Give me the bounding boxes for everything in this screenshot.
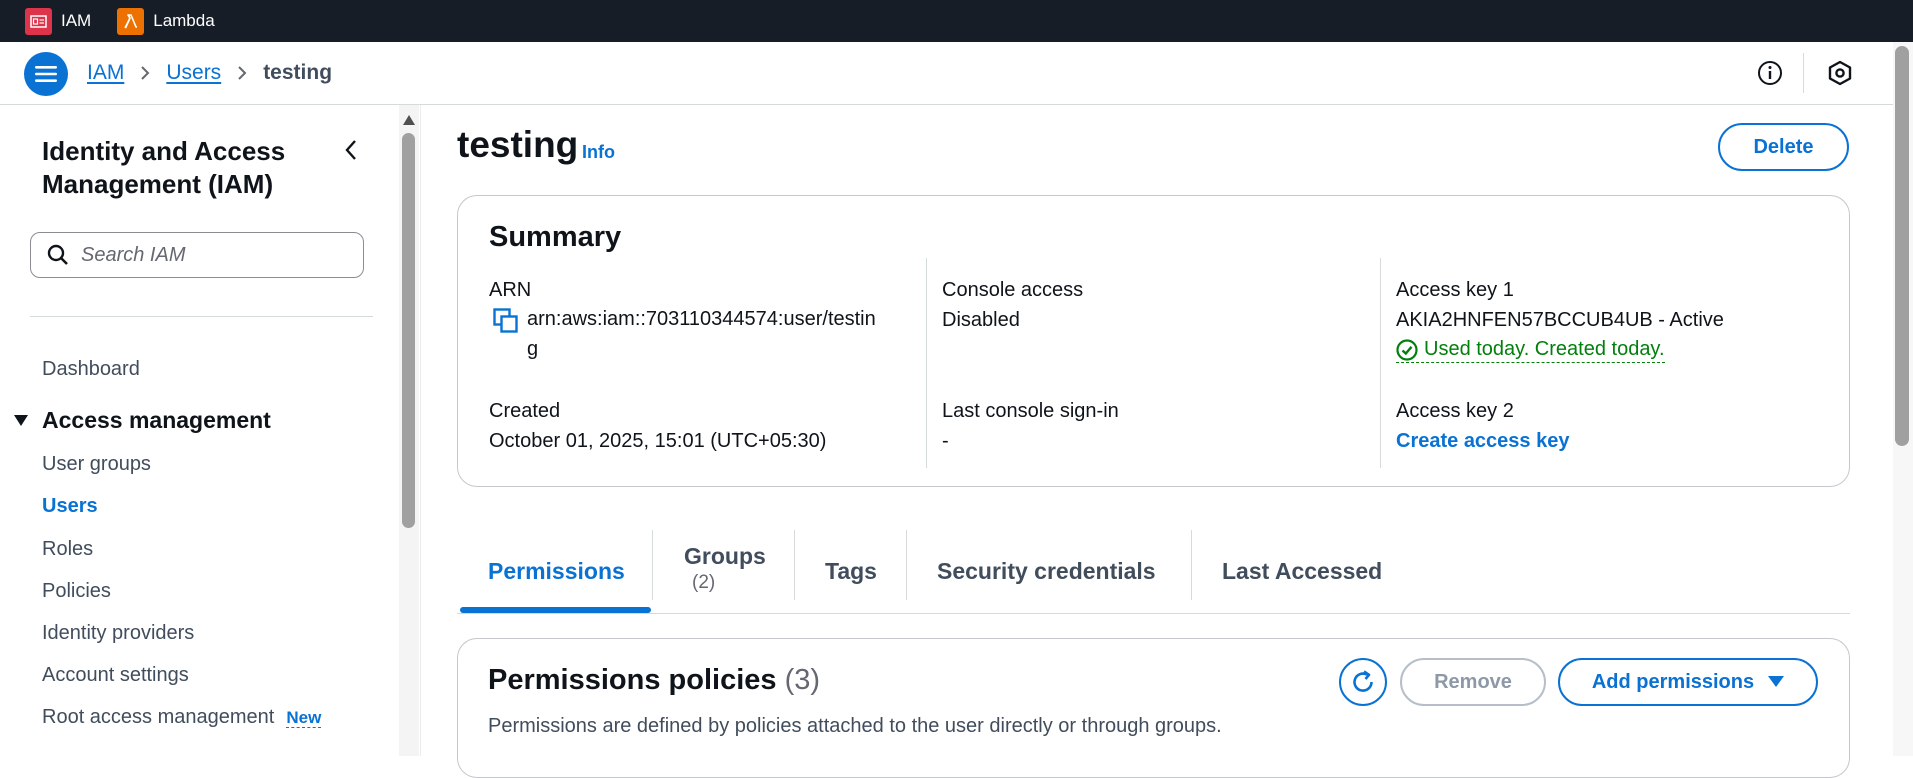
add-permissions-button[interactable]: Add permissions (1558, 658, 1818, 706)
refresh-button[interactable] (1339, 658, 1387, 706)
create-access-key-link[interactable]: Create access key (1396, 430, 1569, 453)
caret-down-icon (1768, 676, 1785, 687)
sidebar-item-policies[interactable]: Policies (42, 580, 111, 603)
service-shortcut-label: Lambda (153, 11, 215, 30)
info-link[interactable]: Info (582, 142, 615, 163)
tab-count: (2) (692, 572, 716, 593)
tab-separator (652, 530, 653, 600)
created-label: Created (489, 400, 561, 422)
chevron-right-icon (140, 65, 150, 81)
arn-label: ARN (489, 279, 532, 301)
check-circle-icon (1396, 338, 1418, 361)
top-service-bar: IAM Lambda (0, 0, 1913, 42)
page-title: testing (457, 124, 579, 165)
search-placeholder: Search IAM (81, 243, 186, 266)
tab-last-accessed[interactable]: Last Accessed (1222, 530, 1382, 613)
breadcrumb-users[interactable]: Users (166, 61, 221, 85)
chevron-right-icon (237, 65, 247, 81)
remove-button[interactable]: Remove (1400, 658, 1546, 706)
tab-separator (1191, 530, 1192, 600)
access-key-2-label: Access key 2 (1396, 400, 1514, 422)
last-signin-value: - (942, 430, 949, 452)
permissions-policies-count: (3) (784, 664, 821, 696)
iam-icon (25, 7, 52, 35)
tab-label: Security credentials (937, 558, 1156, 584)
search-input[interactable]: Search IAM (30, 232, 364, 278)
sidebar-item-users[interactable]: Users (42, 495, 98, 518)
sidebar-section-label: Access management (42, 407, 271, 433)
tab-permissions[interactable]: Permissions (488, 530, 625, 613)
search-icon (47, 244, 68, 265)
summary-card: Summary ARN arn:aws:iam::703110344574:us… (457, 195, 1850, 487)
console-access-label: Console access (942, 279, 1084, 301)
last-signin-label: Last console sign-in (942, 400, 1119, 422)
arn-value: arn:aws:iam::703110344574:user/testin g (527, 304, 876, 364)
new-badge: New (286, 708, 322, 728)
column-divider (926, 258, 927, 468)
add-permissions-label: Add permissions (1591, 670, 1755, 693)
sidebar-divider (30, 316, 373, 317)
settings-hex-icon[interactable] (1827, 60, 1853, 91)
arn-value-line2: g (527, 338, 539, 360)
sidebar-item-identity-providers[interactable]: Identity providers (42, 622, 194, 645)
sidebar-item-account-settings[interactable]: Account settings (42, 664, 189, 687)
access-key-1-value: AKIA2HNFEN57BCCUB4UB - Active (1396, 309, 1724, 331)
lambda-icon (117, 7, 145, 35)
arn-value-line1: arn:aws:iam::703110344574:user/testin (527, 308, 876, 330)
access-key-1-status[interactable]: Used today. Created today. (1396, 338, 1665, 363)
access-key-1-status-text: Used today. Created today. (1424, 338, 1665, 360)
sidebar-item-root-access-management[interactable]: Root access management New (42, 706, 322, 729)
caret-down-icon (14, 414, 28, 427)
chevron-left-icon[interactable] (344, 139, 358, 166)
sidebar-item-roles[interactable]: Roles (42, 538, 93, 561)
tab-bar: Permissions Groups (2) Tags Security cre… (457, 530, 1850, 614)
sidebar-section-access-management[interactable]: Access management (14, 407, 271, 434)
sidebar: Identity and Access Management (IAM) Sea… (0, 105, 396, 756)
service-shortcut-label: IAM (61, 11, 92, 30)
copy-icon[interactable] (493, 308, 519, 339)
sidebar-item-label: Root access management (42, 706, 275, 728)
service-shortcut-lambda[interactable]: Lambda (117, 7, 215, 35)
tab-label: Tags (825, 558, 877, 584)
tab-separator (794, 530, 795, 600)
tab-active-indicator (460, 607, 651, 613)
page-scrollbar-thumb[interactable] (1895, 46, 1909, 446)
breadcrumb: IAM Users testing (87, 61, 332, 85)
permissions-policies-title: Permissions policies (3) (488, 664, 820, 697)
tab-groups[interactable]: Groups (2) (684, 527, 766, 610)
created-value: October 01, 2025, 15:01 (UTC+05:30) (489, 430, 827, 452)
breadcrumb-iam[interactable]: IAM (87, 61, 124, 85)
delete-button[interactable]: Delete (1718, 123, 1849, 171)
column-divider (1380, 258, 1381, 468)
permissions-policies-heading: Permissions policies (488, 664, 777, 696)
service-shortcut-iam[interactable]: IAM (25, 7, 92, 35)
refresh-icon (1353, 670, 1373, 692)
tab-separator (906, 530, 907, 600)
tab-security-credentials[interactable]: Security credentials (937, 530, 1156, 613)
tab-label: Last Accessed (1222, 558, 1383, 584)
info-circle-icon[interactable] (1757, 60, 1783, 91)
permissions-policies-description: Permissions are defined by policies atta… (488, 715, 1222, 737)
breadcrumb-current: testing (263, 61, 333, 84)
tab-label: Groups (684, 543, 766, 569)
sidebar-item-user-groups[interactable]: User groups (42, 453, 151, 476)
header-divider (1803, 53, 1804, 93)
tab-label: Permissions (488, 558, 625, 584)
access-key-1-label: Access key 1 (1396, 279, 1514, 301)
tab-tags[interactable]: Tags (825, 530, 877, 613)
console-access-value: Disabled (942, 309, 1020, 331)
page-header: IAM Users testing (0, 42, 1893, 105)
hamburger-icon (35, 66, 57, 82)
sidebar-title: Identity and Access Management (IAM) (42, 136, 286, 199)
menu-button[interactable] (24, 52, 68, 96)
scroll-up-arrow-icon[interactable] (403, 112, 415, 130)
summary-title: Summary (489, 221, 622, 253)
sidebar-scrollbar-thumb[interactable] (402, 133, 415, 528)
sidebar-border (420, 105, 421, 756)
sidebar-item-dashboard[interactable]: Dashboard (42, 358, 140, 381)
